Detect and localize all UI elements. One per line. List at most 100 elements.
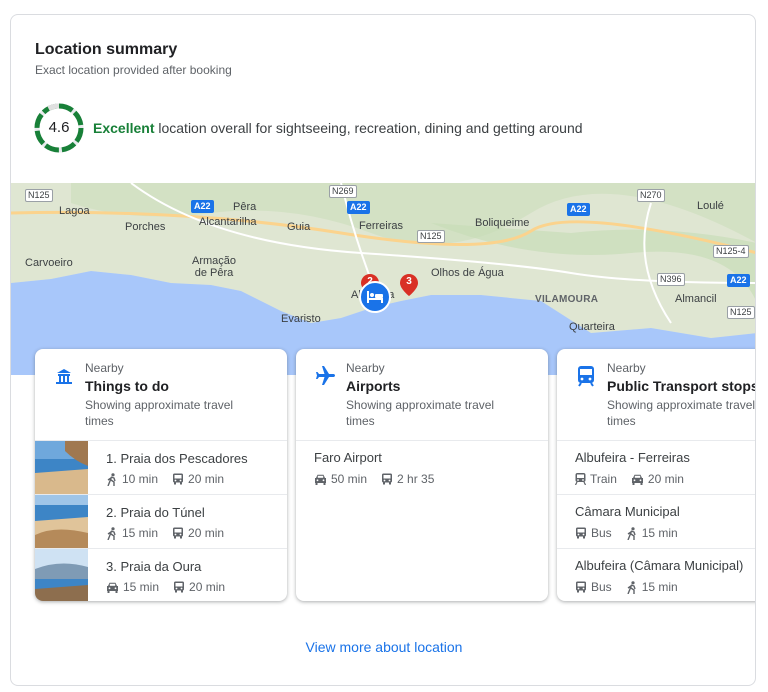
road-shield: N125-4 <box>713 245 749 258</box>
list-item[interactable]: Faro Airport 50 min 2 hr 35 <box>296 441 548 495</box>
transit-icon <box>578 366 594 387</box>
card-airports: Nearby Airports Showing approximate trav… <box>296 349 548 601</box>
card-title: Airports <box>346 378 401 394</box>
list-item[interactable]: Albufeira - Ferreiras Train 20 min <box>557 441 755 495</box>
card-header: Nearby Airports Showing approximate trav… <box>296 349 548 441</box>
place-label: Boliqueime <box>475 217 530 229</box>
walk-icon <box>107 472 116 486</box>
card-kicker: Nearby <box>85 361 124 375</box>
road-shield: A22 <box>567 203 590 216</box>
section-subtitle: Exact location provided after booking <box>35 63 232 77</box>
card-header: Nearby Things to do Showing approximate … <box>35 349 287 441</box>
place-label: Pêra <box>233 201 257 213</box>
bus-time: 2 hr 35 <box>397 472 435 486</box>
walk-icon <box>627 580 636 594</box>
bus-icon <box>576 581 586 593</box>
place-name: 1. Praia dos Pescadores <box>106 451 248 466</box>
rating-description: location overall for sightseeing, recrea… <box>154 120 583 136</box>
beach-photo <box>35 495 88 548</box>
walk-icon <box>627 526 636 540</box>
map-pin-3[interactable]: 3 <box>400 274 418 296</box>
score-gauge: 4.6 <box>33 102 85 154</box>
place-label: Evaristo <box>281 313 321 325</box>
place-name: 2. Praia do Túnel <box>106 505 205 520</box>
place-label: Loulé <box>697 200 724 212</box>
list-item[interactable]: 2. Praia do Túnel 15 min 20 min <box>35 495 287 549</box>
card-description: Showing approximate travel times <box>85 398 234 428</box>
car-icon <box>631 474 643 485</box>
beach-photo <box>35 549 88 601</box>
walk-time: 15 min <box>641 580 678 594</box>
stop-name: Albufeira (Câmara Municipal) <box>575 558 744 573</box>
bus-icon <box>173 527 184 539</box>
transit-mode: Bus <box>591 526 612 540</box>
place-label: Olhos de Água <box>431 267 504 279</box>
road-shield: A22 <box>727 274 750 287</box>
bus-icon <box>174 581 185 593</box>
travel-times: Bus 15 min <box>575 580 692 594</box>
drive-time: 15 min <box>123 580 160 594</box>
travel-times: Bus 15 min <box>575 526 692 540</box>
place-label: VILAMOURA <box>535 294 599 305</box>
bus-time: 20 min <box>189 580 226 594</box>
map-canvas <box>11 183 755 375</box>
place-label: Porches <box>125 221 166 233</box>
view-more-location-link[interactable]: View more about location <box>11 639 755 655</box>
place-label: Alcantarilha <box>199 216 257 228</box>
road-shield: A22 <box>191 200 214 213</box>
location-score-row: 4.6 Excellent location overall for sight… <box>33 100 583 156</box>
road-shield: N125 <box>417 230 445 243</box>
beach-photo <box>35 441 88 494</box>
list-item[interactable]: Câmara Municipal Bus 15 min <box>557 495 755 549</box>
bus-icon <box>173 473 184 485</box>
transit-mode: Bus <box>591 580 612 594</box>
bus-time: 20 min <box>188 472 225 486</box>
list-item[interactable]: 3. Praia da Oura 15 min 20 min <box>35 549 287 601</box>
car-icon <box>315 474 326 485</box>
walk-time: 15 min <box>122 526 159 540</box>
stop-name: Câmara Municipal <box>575 504 680 519</box>
road-shield: N269 <box>329 185 357 198</box>
place-label: Quarteira <box>569 321 615 333</box>
bus-time: 20 min <box>188 526 225 540</box>
bed-icon <box>367 291 383 303</box>
card-header: Nearby Public Transport stops Showing ap… <box>557 349 756 441</box>
card-description: Showing approximate travel times <box>346 398 495 428</box>
place-name: 3. Praia da Oura <box>106 559 202 574</box>
walk-time: 15 min <box>641 526 678 540</box>
place-label: Armação de Pêra <box>191 255 237 279</box>
road-shield: N125 <box>25 189 53 202</box>
travel-times: 10 min 20 min <box>106 472 238 486</box>
place-label: Almancil <box>675 293 717 305</box>
card-title: Things to do <box>85 378 169 394</box>
travel-times: 15 min 20 min <box>106 526 238 540</box>
rating-word: Excellent <box>93 120 155 136</box>
drive-time: 20 min <box>647 472 684 486</box>
walk-time: 10 min <box>122 472 159 486</box>
card-kicker: Nearby <box>346 361 385 375</box>
road-shield: N270 <box>637 189 665 202</box>
road-shield: N125 <box>727 306 755 319</box>
travel-times: 50 min 2 hr 35 <box>314 472 448 486</box>
travel-times: Train 20 min <box>575 472 698 486</box>
car-icon <box>107 582 118 593</box>
card-description: Showing approximate travel times <box>607 398 756 428</box>
train-icon <box>575 473 586 485</box>
location-map[interactable]: N125 N269 A22 A22 A22 N125 N270 N125-4 N… <box>11 183 755 375</box>
bus-icon <box>576 527 586 539</box>
place-label: Ferreiras <box>359 220 404 232</box>
pin-number: 3 <box>406 276 412 287</box>
hotel-marker[interactable] <box>359 281 391 313</box>
road-shield: A22 <box>347 201 370 214</box>
travel-times: 15 min 20 min <box>106 580 239 594</box>
bus-icon <box>382 473 393 485</box>
location-summary-panel: Location summary Exact location provided… <box>10 14 756 686</box>
list-item[interactable]: 1. Praia dos Pescadores 10 min 20 min <box>35 441 287 495</box>
card-kicker: Nearby <box>607 361 646 375</box>
transit-mode: Train <box>590 472 617 486</box>
list-item[interactable]: Albufeira (Câmara Municipal) Bus 15 min <box>557 549 755 601</box>
drive-time: 50 min <box>331 472 368 486</box>
card-public-transport: Nearby Public Transport stops Showing ap… <box>557 349 756 601</box>
stop-name: Albufeira - Ferreiras <box>575 450 690 465</box>
place-label: Lagoa <box>59 205 90 217</box>
